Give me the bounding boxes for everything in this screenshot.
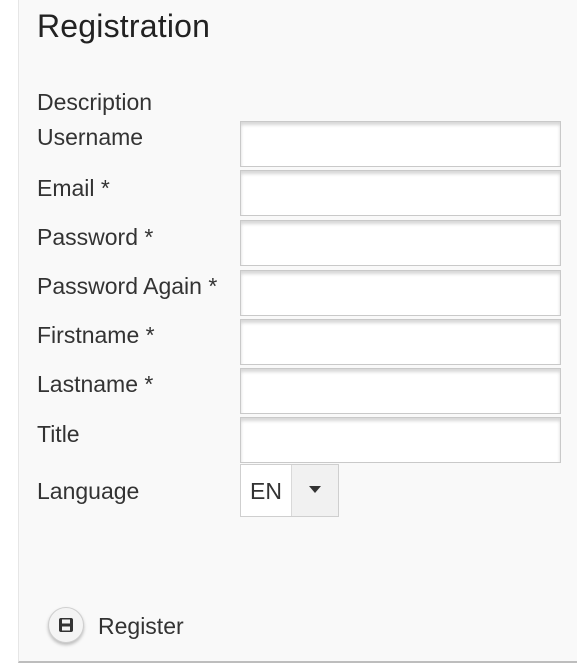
language-selected-value: EN: [250, 478, 282, 504]
username-input[interactable]: [240, 121, 561, 167]
page: Registration Description Username Email …: [0, 0, 577, 668]
lastname-input[interactable]: [240, 368, 561, 414]
title-label: Title: [37, 421, 80, 447]
firstname-label: Firstname *: [37, 322, 155, 348]
email-input[interactable]: [240, 170, 561, 216]
password-input[interactable]: [240, 220, 561, 266]
save-icon-glyph: [59, 618, 73, 632]
language-select[interactable]: EN: [240, 464, 339, 517]
page-title: Registration: [37, 8, 211, 44]
firstname-input[interactable]: [240, 319, 561, 365]
language-label: Language: [37, 478, 140, 504]
description-label: Description: [37, 89, 153, 115]
title-input[interactable]: [240, 417, 561, 463]
password-again-input[interactable]: [240, 270, 561, 316]
username-label: Username: [37, 124, 144, 150]
email-label: Email *: [37, 175, 110, 201]
language-dropdown-button[interactable]: [291, 465, 338, 516]
password-label: Password *: [37, 224, 154, 250]
save-icon: [48, 607, 84, 643]
caret-down-icon: [309, 486, 321, 493]
register-label: Register: [98, 613, 184, 639]
password-again-label: Password Again *: [37, 273, 218, 299]
lastname-label: Lastname *: [37, 371, 154, 397]
